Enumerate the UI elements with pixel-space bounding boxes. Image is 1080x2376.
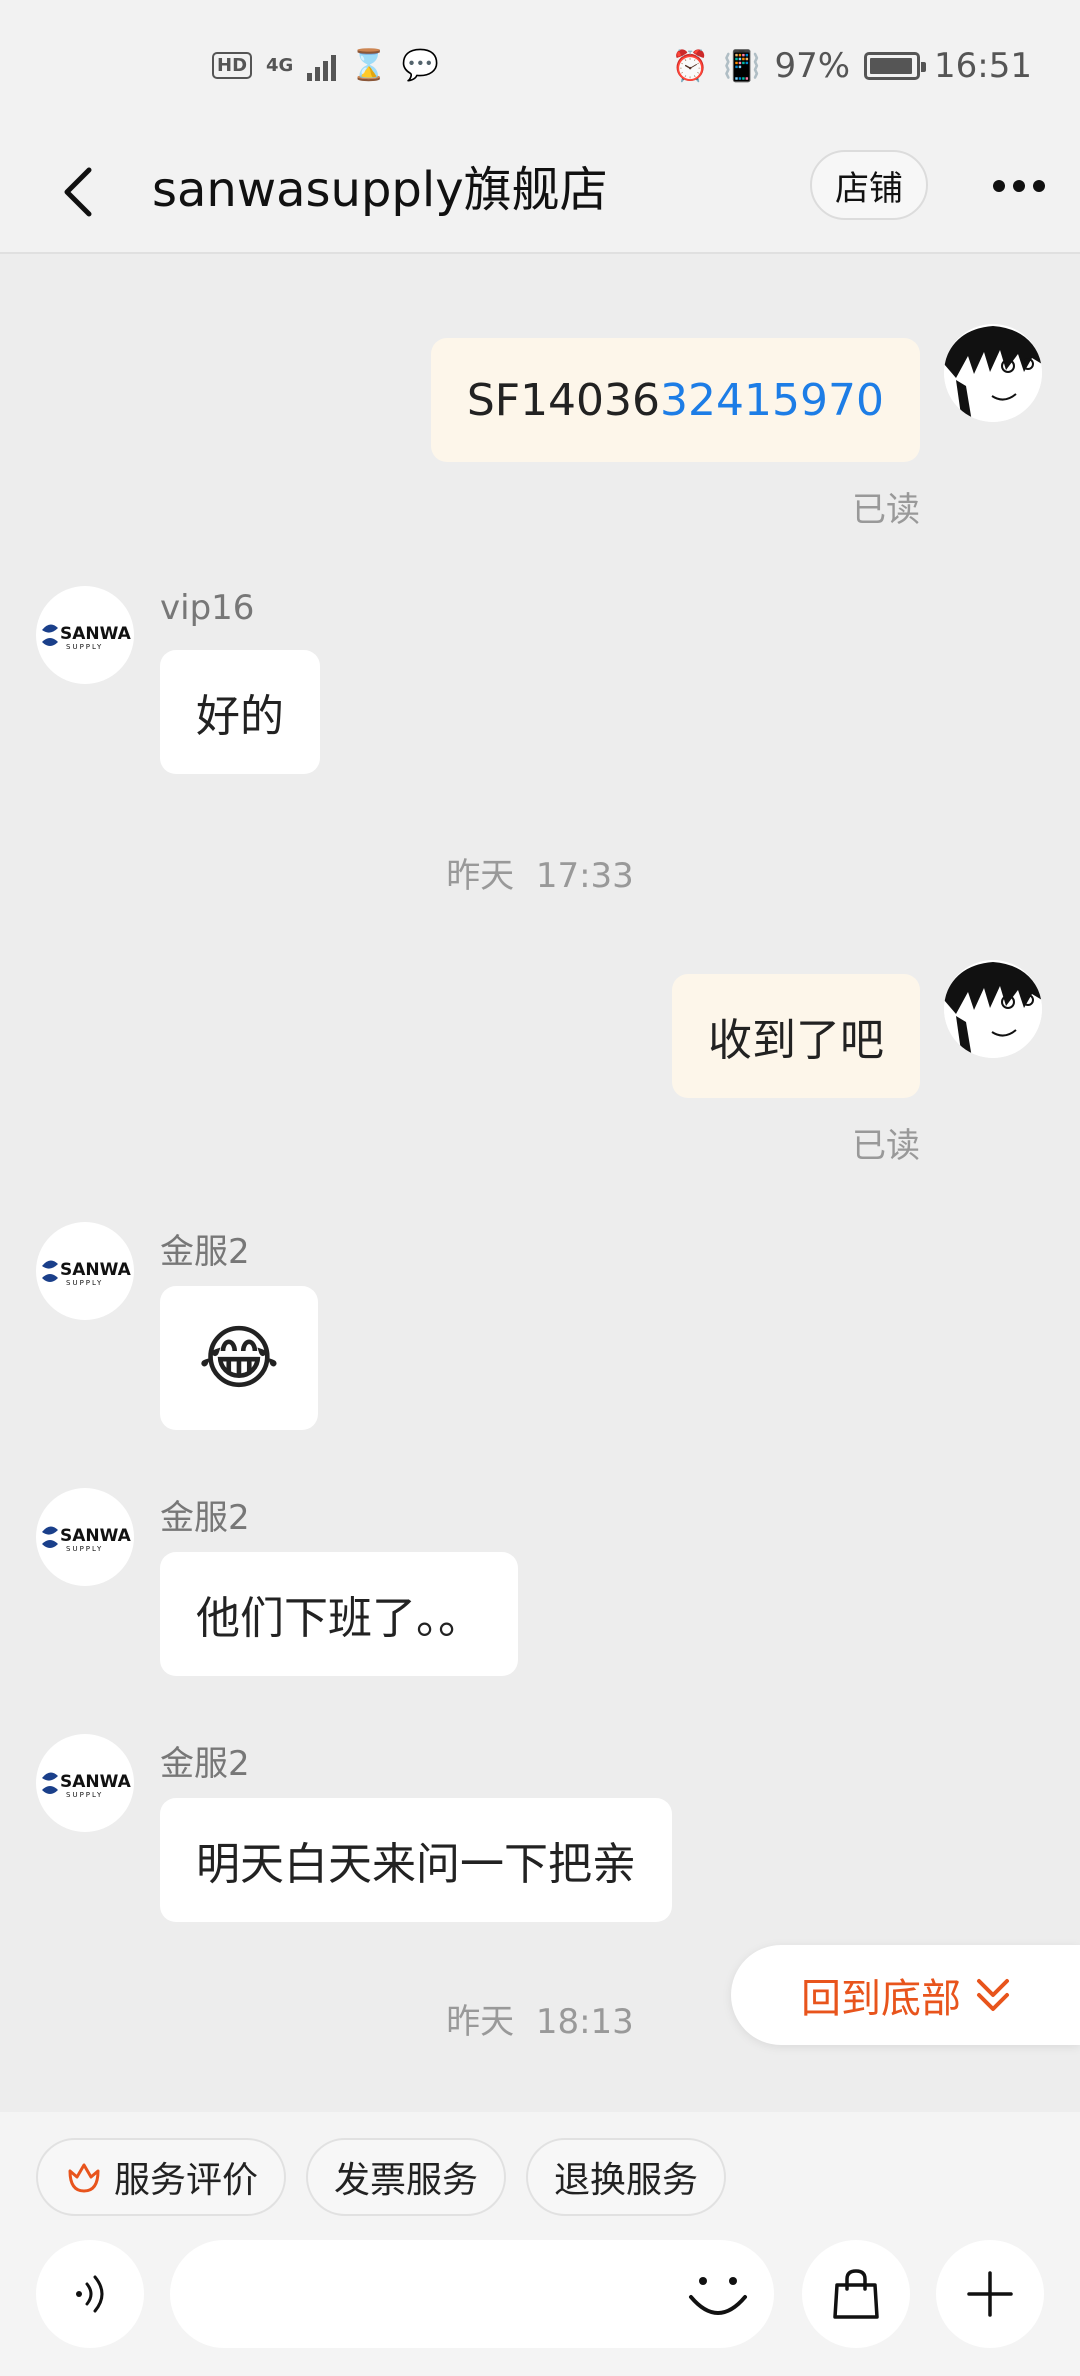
dot-icon xyxy=(1013,180,1025,192)
sanwa-logo-icon: SANWA SUPPLY xyxy=(42,624,132,651)
more-features-button[interactable] xyxy=(936,2240,1044,2348)
shop-avatar[interactable]: SANWA SUPPLY xyxy=(36,586,134,684)
message-text: 收到了吧 xyxy=(708,1015,884,1066)
message-bubble-received[interactable]: 😂 xyxy=(160,1286,318,1430)
message-bubble-sent[interactable]: SF14036 32415970 xyxy=(430,338,920,462)
voice-input-button[interactable] xyxy=(36,2240,144,2348)
message-input[interactable] xyxy=(170,2240,774,2348)
read-receipt: 已读 xyxy=(852,1126,920,1166)
more-options-button[interactable] xyxy=(984,162,1054,210)
voice-wave-icon xyxy=(76,2275,104,2313)
message-bubble-received[interactable]: 他们下班了。。 xyxy=(160,1552,518,1676)
status-right: ⏰ 📳 97% 16:51 xyxy=(672,46,1032,86)
clock: 16:51 xyxy=(934,46,1032,86)
emoji-button[interactable] xyxy=(682,2258,754,2330)
timestamp: 昨天 17:33 xyxy=(446,856,634,896)
alarm-icon: ⏰ xyxy=(671,48,710,84)
sanwa-logo-icon: SANWA SUPPLY xyxy=(42,1772,132,1799)
message-bubble-received[interactable]: 好的 xyxy=(160,650,320,774)
shop-avatar[interactable]: SANWA SUPPLY xyxy=(36,1488,134,1586)
sender-name: vip16 xyxy=(160,588,255,628)
invoice-service-button[interactable]: 发票服务 xyxy=(306,2138,507,2216)
nav-bar: sanwasupply旗舰店 店铺 xyxy=(0,130,1080,254)
sender-name: 金服2 xyxy=(160,1232,250,1272)
service-review-button[interactable]: 服务评价 xyxy=(36,2138,287,2216)
anime-face-icon xyxy=(944,324,1042,422)
smiley-icon xyxy=(689,2277,747,2315)
signal-icon xyxy=(307,51,337,81)
hd-badge: HD xyxy=(212,52,253,79)
svg-text:SANWA: SANWA xyxy=(60,624,132,644)
sanwa-logo-icon: SANWA SUPPLY xyxy=(42,1260,132,1287)
svg-text:SANWA: SANWA xyxy=(60,1260,132,1280)
sanwa-logo-icon: SANWA SUPPLY xyxy=(42,1526,132,1553)
hourglass-icon: ⌛ xyxy=(350,48,388,83)
sender-name: 金服2 xyxy=(160,1744,250,1784)
message-text: 明天白天来问一下把亲 xyxy=(196,1839,636,1890)
store-button[interactable]: 店铺 xyxy=(810,150,928,220)
svg-text:SUPPLY: SUPPLY xyxy=(66,1791,103,1799)
chevron-left-icon xyxy=(64,167,92,217)
read-receipt: 已读 xyxy=(852,490,920,530)
message-text: SF14036 xyxy=(466,374,661,426)
battery-icon xyxy=(864,52,927,80)
message-text: 他们下班了。。 xyxy=(196,1593,482,1644)
chip-label: 发票服务 xyxy=(334,2160,479,2201)
message-text: 好的 xyxy=(196,691,284,742)
message-bubble-sent[interactable]: 收到了吧 xyxy=(672,974,920,1098)
svg-text:SUPPLY: SUPPLY xyxy=(66,1279,103,1287)
flower-icon xyxy=(68,2163,100,2193)
bottom-panel: 服务评价 发票服务 退换服务 xyxy=(0,2112,1080,2376)
svg-text:SUPPLY: SUPPLY xyxy=(66,1545,103,1553)
products-button[interactable] xyxy=(802,2240,910,2348)
svg-text:SANWA: SANWA xyxy=(60,1772,132,1792)
status-left: HD 4G ⌛ 💬 xyxy=(212,48,439,83)
network-type: 4G xyxy=(266,55,294,76)
back-button[interactable] xyxy=(48,160,108,224)
chip-label: 服务评价 xyxy=(114,2160,259,2201)
message-bubble-received[interactable]: 明天白天来问一下把亲 xyxy=(160,1798,672,1922)
plus-icon xyxy=(967,2271,1013,2317)
quick-actions: 服务评价 发票服务 退换服务 xyxy=(36,2138,727,2216)
status-bar: HD 4G ⌛ 💬 ⏰ 📳 97% 16:51 xyxy=(0,0,1080,130)
anime-face-icon xyxy=(944,960,1042,1058)
vibrate-icon: 📳 xyxy=(723,48,761,84)
shop-avatar[interactable]: SANWA SUPPLY xyxy=(36,1222,134,1320)
return-exchange-button[interactable]: 退换服务 xyxy=(526,2138,727,2216)
phone-number-link[interactable]: 32415970 xyxy=(660,375,884,426)
tears-of-joy-emoji-icon: 😂 xyxy=(198,1317,280,1399)
dot-icon xyxy=(993,180,1005,192)
dot-icon xyxy=(1033,180,1045,192)
battery-percent: 97% xyxy=(774,46,851,86)
sender-name: 金服2 xyxy=(160,1498,250,1538)
scroll-to-bottom-button[interactable]: 回到底部 xyxy=(731,1945,1080,2045)
chip-label: 退换服务 xyxy=(554,2160,699,2201)
double-chevron-down-icon xyxy=(977,1979,1009,2011)
my-avatar[interactable] xyxy=(944,960,1042,1058)
my-avatar[interactable] xyxy=(944,324,1042,422)
svg-text:SANWA: SANWA xyxy=(60,1526,132,1546)
wechat-icon: 💬 xyxy=(401,48,440,83)
scroll-to-bottom-label: 回到底部 xyxy=(801,1976,961,2022)
page-title: sanwasupply旗舰店 xyxy=(152,162,608,218)
shopping-bag-icon xyxy=(833,2269,879,2319)
svg-text:SUPPLY: SUPPLY xyxy=(66,643,103,651)
shop-avatar[interactable]: SANWA SUPPLY xyxy=(36,1734,134,1832)
